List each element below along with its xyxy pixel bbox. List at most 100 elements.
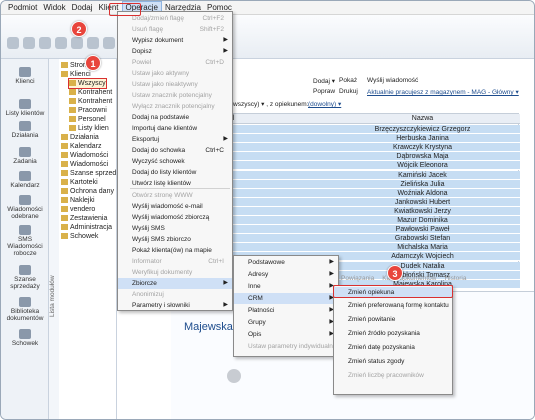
tree-item-zestawienia[interactable]: Zestawienia bbox=[61, 214, 107, 223]
tab-powiazania[interactable]: Powiązania bbox=[341, 275, 374, 282]
menu-item-dopisz[interactable]: Dopisz ▶ bbox=[118, 46, 232, 57]
shortcut-label: Ctrl+C bbox=[205, 147, 224, 154]
menu-widok[interactable]: Widok bbox=[40, 1, 68, 14]
table-row[interactable]: Jankowski Hubert bbox=[325, 197, 520, 207]
tree-item-wiadomosci[interactable]: Wiadomości bbox=[61, 151, 108, 160]
tab-historia[interactable]: Historia bbox=[444, 275, 466, 282]
add-link[interactable]: Dodaj ▾ bbox=[313, 77, 335, 85]
sidebar-item-listy-klientow[interactable]: Listy klientów bbox=[3, 99, 47, 117]
tree-item-schowek[interactable]: Schowek bbox=[61, 232, 98, 241]
shortcut-label: Ctrl+I bbox=[208, 258, 224, 265]
search-icon[interactable] bbox=[103, 37, 115, 49]
menu-item-zmien-powitanie[interactable]: Zmień powitanie bbox=[334, 314, 452, 325]
tree-item-pracowni[interactable]: Pracowni bbox=[69, 106, 107, 115]
table-row[interactable]: Wójcik Eleonora bbox=[325, 161, 520, 171]
menu-item-wyslij-wiadomosc-e-mail[interactable]: Wyślij wiadomość e-mail bbox=[118, 201, 232, 212]
refresh-icon[interactable] bbox=[55, 37, 67, 49]
menu-podmiot[interactable]: Podmiot bbox=[5, 1, 40, 14]
new-icon[interactable] bbox=[7, 37, 19, 49]
menu-item-zmien-status-zgody[interactable]: Zmień status zgody bbox=[334, 356, 452, 367]
table-row[interactable]: Adamczyk Wojciech bbox=[325, 252, 520, 262]
tree-item-dzialania[interactable]: Działania bbox=[61, 133, 99, 142]
menu-item-zmien-zrodlo-pozyskania[interactable]: Zmień źródło pozyskania bbox=[334, 328, 452, 339]
menu-item-podstawowe[interactable]: Podstawowe ▶ bbox=[234, 257, 338, 268]
owner-filter-select[interactable]: (dowolny) ▾ bbox=[308, 100, 341, 108]
forward-icon[interactable] bbox=[87, 37, 99, 49]
send-message-link[interactable]: Wyślij wiadomość bbox=[367, 77, 418, 84]
table-row[interactable]: Herbuska Janina bbox=[325, 134, 520, 144]
tree-item-administracja[interactable]: Administracja bbox=[61, 223, 112, 232]
show-link[interactable]: Pokaż bbox=[339, 77, 357, 84]
menu-item-parametry-i-slowniki[interactable]: Parametry i słowniki ▶ bbox=[118, 300, 232, 311]
tree-item-personel[interactable]: Personel bbox=[69, 115, 106, 124]
sidebar-item-zadania[interactable]: Zadania bbox=[3, 147, 47, 165]
menu-item-dodaj-do-schowka[interactable]: Dodaj do schowka Ctrl+C bbox=[118, 145, 232, 156]
menu-item-crm[interactable]: CRM ▶ bbox=[234, 293, 338, 304]
tree-item-kalendarz[interactable]: Kalendarz bbox=[61, 142, 102, 151]
menu-item-grupy[interactable]: Grupy ▶ bbox=[234, 317, 338, 328]
menu-item-wyslij-sms[interactable]: Wyślij SMS bbox=[118, 223, 232, 234]
tree-item-klienci[interactable]: Klienci bbox=[61, 70, 91, 79]
edit-link[interactable]: Popraw bbox=[313, 88, 335, 95]
table-row[interactable]: Krawczyk Krystyna bbox=[325, 143, 520, 153]
menu-item-eksportuj[interactable]: Eksportuj ▶ bbox=[118, 134, 232, 145]
menu-item-pokaz-klienta-ow-na-mapie[interactable]: Pokaż klienta(ów) na mapie bbox=[118, 245, 232, 256]
back-icon[interactable] bbox=[71, 37, 83, 49]
tree-item-kontrahent[interactable]: Kontrahent bbox=[69, 97, 112, 106]
clients-icon bbox=[19, 67, 31, 77]
table-row[interactable]: Dąbrowska Maja bbox=[325, 152, 520, 162]
column-nazwa[interactable]: Nazwa bbox=[325, 114, 520, 124]
print-link[interactable]: Drukuj bbox=[339, 88, 358, 95]
menu-item-label: Wyślij wiadomość e-mail bbox=[132, 203, 203, 210]
menu-item-inne[interactable]: Inne ▶ bbox=[234, 281, 338, 292]
table-row[interactable]: Brzęczyszczykiewicz Grzegorz bbox=[325, 125, 520, 135]
menu-item-wyczysc-schowek[interactable]: Wyczyść schowek bbox=[118, 156, 232, 167]
menu-item-importuj-dane-klientow[interactable]: Importuj dane klientów bbox=[118, 123, 232, 134]
save-icon[interactable] bbox=[39, 37, 51, 49]
tree-item-naklejki[interactable]: Naklejki bbox=[61, 196, 95, 205]
table-row[interactable]: Woźniak Aldona bbox=[325, 188, 520, 198]
menu-item-zmien-preferowana-forme-kontaktu[interactable]: Zmień preferowaną formę kontaktu bbox=[334, 300, 452, 311]
menu-item-wyslij-sms-zbiorczo[interactable]: Wyślij SMS zbiorczo bbox=[118, 234, 232, 245]
avatar bbox=[227, 369, 241, 383]
menu-item-wyslij-wiadomosc-zbiorcza[interactable]: Wyślij wiadomość zbiorczą bbox=[118, 212, 232, 223]
table-row[interactable]: Zielińska Julia bbox=[325, 179, 520, 189]
sidebar-item-kalendarz[interactable]: Kalendarz bbox=[3, 171, 47, 189]
menu-item-dodaj-na-podstawie[interactable]: Dodaj na podstawie bbox=[118, 112, 232, 123]
menu-item-adresy[interactable]: Adresy ▶ bbox=[234, 269, 338, 280]
table-row[interactable]: Grabowski Stefan bbox=[325, 234, 520, 244]
menu-item-zbiorcze[interactable]: Zbiorcze ▶ bbox=[118, 278, 232, 289]
table-row[interactable]: Kamiński Jacek bbox=[325, 170, 520, 180]
sidebar-item-wiadomosci-odebrane[interactable]: Wiadomości odebrane bbox=[3, 195, 47, 220]
tree-item-szanse-sprzed[interactable]: Szanse sprzed bbox=[61, 169, 116, 178]
sidebar-item-label: Listy klientów bbox=[5, 110, 45, 117]
warehouse-link[interactable]: Aktualnie pracujesz z magazynem - MAG - … bbox=[367, 88, 519, 96]
menu-dodaj[interactable]: Dodaj bbox=[69, 1, 96, 14]
menu-item-dodaj-do-listy-klientow[interactable]: Dodaj do listy klientów bbox=[118, 167, 232, 178]
tasks-icon bbox=[19, 147, 31, 157]
open-icon[interactable] bbox=[23, 37, 35, 49]
table-row[interactable]: Kwiatkowski Jerzy bbox=[325, 206, 520, 216]
tree-item-kontrahent[interactable]: Kontrahent bbox=[69, 88, 112, 97]
tree-item-wszyscy[interactable]: Wszyscy bbox=[68, 78, 107, 89]
tree-item-listy-klien[interactable]: Listy klien bbox=[69, 124, 109, 133]
sidebar-item-klienci[interactable]: Klienci bbox=[3, 67, 47, 85]
table-row[interactable]: Dudek Natalia bbox=[325, 261, 520, 271]
tree-item-ochrona-dany[interactable]: Ochrona dany bbox=[61, 187, 114, 196]
menu-item-wypisz-dokument[interactable]: Wypisz dokument ▶ bbox=[118, 35, 232, 46]
table-row[interactable]: Mazur Dominika bbox=[325, 216, 520, 226]
menu-item-platnosci[interactable]: Płatności ▶ bbox=[234, 305, 338, 316]
sidebar-item-dzialania[interactable]: Działania bbox=[3, 121, 47, 139]
sidebar-item-szanse-sprzedazy[interactable]: Szanse sprzedaży bbox=[3, 265, 47, 290]
menu-item-label: Parametry i słowniki bbox=[132, 302, 190, 309]
menu-item-zmien-date-pozyskania[interactable]: Zmień datę pozyskania bbox=[334, 342, 452, 353]
sidebar-item-schowek[interactable]: Schowek bbox=[3, 329, 47, 347]
tree-item-wiadomosci[interactable]: Wiadomości bbox=[61, 160, 108, 169]
sidebar-item-sms-wiadomosci-robocze[interactable]: SMS Wiadomości robocze bbox=[3, 225, 47, 257]
sidebar-item-biblioteka-dokumentow[interactable]: Biblioteka dokumentów bbox=[3, 297, 47, 322]
tree-item-kartoteki[interactable]: Kartoteki bbox=[61, 178, 98, 187]
tree-item-vendero[interactable]: vendero bbox=[61, 205, 95, 214]
table-row[interactable]: Pawłowski Paweł bbox=[325, 225, 520, 235]
table-row[interactable]: Michalska Maria bbox=[325, 243, 520, 253]
menu-item-opis[interactable]: Opis ▶ bbox=[234, 329, 338, 340]
